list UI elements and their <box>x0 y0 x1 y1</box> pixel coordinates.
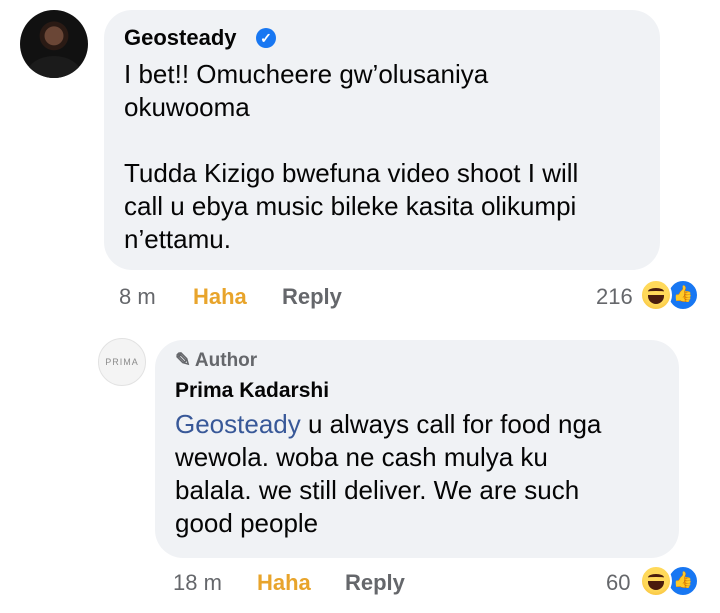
reply-reaction-count[interactable]: 60 <box>606 570 630 596</box>
reply-text: Geosteady u always call for food nga wew… <box>175 408 675 540</box>
mention-link[interactable]: Geosteady <box>175 409 301 439</box>
comment-reply-button[interactable]: Reply <box>282 284 342 310</box>
avatar-shoulders <box>26 56 82 78</box>
reply-haha-reaction-button[interactable]: Haha <box>257 570 311 596</box>
author-badge-label: Author <box>194 350 258 371</box>
author-badge: ✎ Author <box>175 350 257 372</box>
pencil-icon: ✎ <box>175 350 191 371</box>
comment-text: I bet!! Omucheere gw’olusaniya okuwooma … <box>124 59 579 254</box>
reply-author-name[interactable]: Prima Kadarshi <box>175 378 329 404</box>
reply-avatar[interactable]: PRIMA <box>98 338 146 386</box>
haha-emoji-icon[interactable] <box>640 565 672 597</box>
comment-author-name[interactable]: Geosteady <box>124 25 237 51</box>
comment-reaction-count[interactable]: 216 <box>596 284 633 310</box>
haha-emoji-icon[interactable] <box>640 279 672 311</box>
reply-avatar-logo-text: PRIMA <box>105 357 139 367</box>
comment-haha-reaction-button[interactable]: Haha <box>193 284 247 310</box>
reply-timestamp[interactable]: 18 m <box>173 570 222 596</box>
commenter-avatar[interactable] <box>20 10 88 78</box>
comment-timestamp[interactable]: 8 m <box>119 284 156 310</box>
verified-badge-icon: ✓ <box>256 28 276 48</box>
reply-reply-button[interactable]: Reply <box>345 570 405 596</box>
